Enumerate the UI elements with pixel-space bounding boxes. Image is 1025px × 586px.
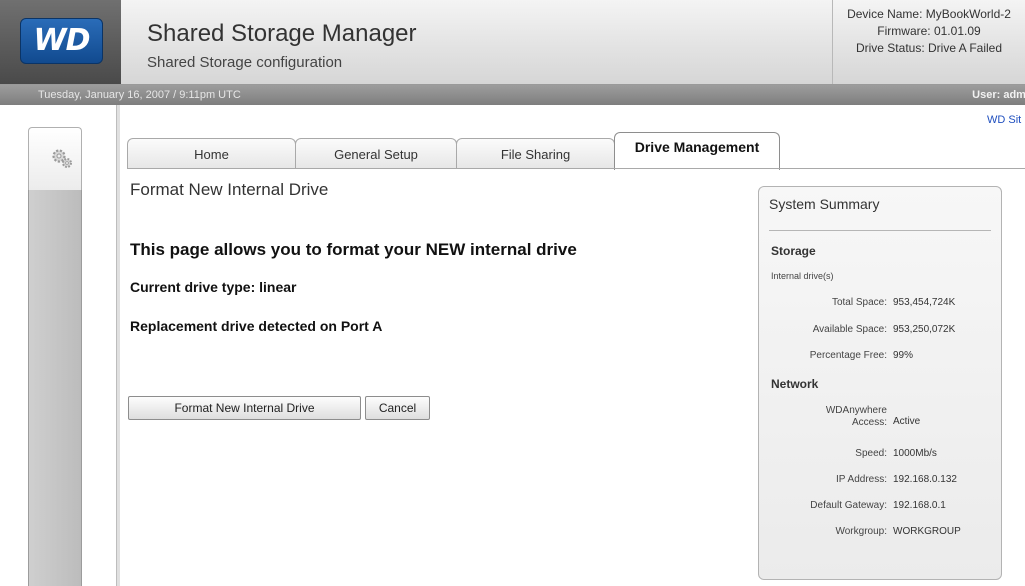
percentage-free-label: Percentage Free: xyxy=(809,350,887,361)
tab-drive-management[interactable]: Drive Management xyxy=(614,132,780,170)
cancel-button[interactable]: Cancel xyxy=(365,396,430,420)
storage-heading: Storage xyxy=(771,244,816,258)
status-bar: Tuesday, January 16, 2007 / 9:11pm UTC U… xyxy=(0,85,1025,105)
firmware-version: Firmware: 01.01.09 xyxy=(877,24,981,38)
logo-panel: WD xyxy=(0,0,121,84)
app-title: Shared Storage Manager xyxy=(147,20,417,47)
default-gateway-value: 192.168.0.1 xyxy=(893,500,946,511)
device-info: Device Name: MyBookWorld-2 Firmware: 01.… xyxy=(832,0,1025,84)
page-title: Format New Internal Drive xyxy=(130,180,329,199)
tab-home[interactable]: Home xyxy=(127,138,296,168)
wd-logo[interactable]: WD xyxy=(20,18,103,64)
wdanywhere-label: WDAnywhere Access: xyxy=(825,405,887,428)
app-header: WD Shared Storage Manager Shared Storage… xyxy=(0,0,1025,85)
drive-status: Drive Status: Drive A Failed xyxy=(855,41,1003,55)
available-space-value: 953,250,072K xyxy=(893,324,956,335)
system-summary-panel: System Summary Storage Internal drive(s)… xyxy=(758,186,1002,580)
replacement-drive-notice: Replacement drive detected on Port A xyxy=(130,318,383,334)
device-name: Device Name: MyBookWorld-2 xyxy=(847,7,1011,21)
format-drive-button[interactable]: Format New Internal Drive xyxy=(128,396,361,420)
rail-panel xyxy=(28,132,82,586)
summary-title: System Summary xyxy=(769,196,880,212)
speed-value: 1000Mb/s xyxy=(893,448,937,459)
ip-address-value: 192.168.0.132 xyxy=(893,474,957,485)
app-subtitle: Shared Storage configuration xyxy=(147,54,343,71)
intro-text: This page allows you to format your NEW … xyxy=(130,240,577,259)
percentage-free-value: 99% xyxy=(893,350,914,361)
total-space-value: 953,454,724K xyxy=(893,297,956,308)
internal-drives-label: Internal drive(s) xyxy=(771,271,834,281)
main-tabs: Home General Setup File Sharing Drive Ma… xyxy=(127,132,1025,170)
ip-address-label: IP Address: xyxy=(836,474,887,485)
tabs-baseline xyxy=(127,168,1025,169)
tab-general-setup[interactable]: General Setup xyxy=(295,138,457,168)
workgroup-label: Workgroup: xyxy=(835,526,887,537)
total-space-label: Total Space: xyxy=(831,297,887,308)
speed-label: Speed: xyxy=(855,448,887,459)
summary-divider xyxy=(769,230,991,231)
network-heading: Network xyxy=(771,377,819,391)
gear-icon xyxy=(52,149,72,168)
status-datetime: Tuesday, January 16, 2007 / 9:11pm UTC xyxy=(38,89,241,101)
tab-file-sharing[interactable]: File Sharing xyxy=(456,138,615,168)
content-divider xyxy=(116,105,120,586)
available-space-label: Available Space: xyxy=(812,324,887,335)
default-gateway-label: Default Gateway: xyxy=(810,500,887,511)
current-user: User: admi xyxy=(972,89,1025,101)
wdanywhere-value: Active xyxy=(893,416,921,427)
current-drive-type: Current drive type: linear xyxy=(130,279,297,295)
wd-site-link[interactable]: WD Sit xyxy=(987,114,1021,126)
workgroup-value: WORKGROUP xyxy=(893,526,961,537)
